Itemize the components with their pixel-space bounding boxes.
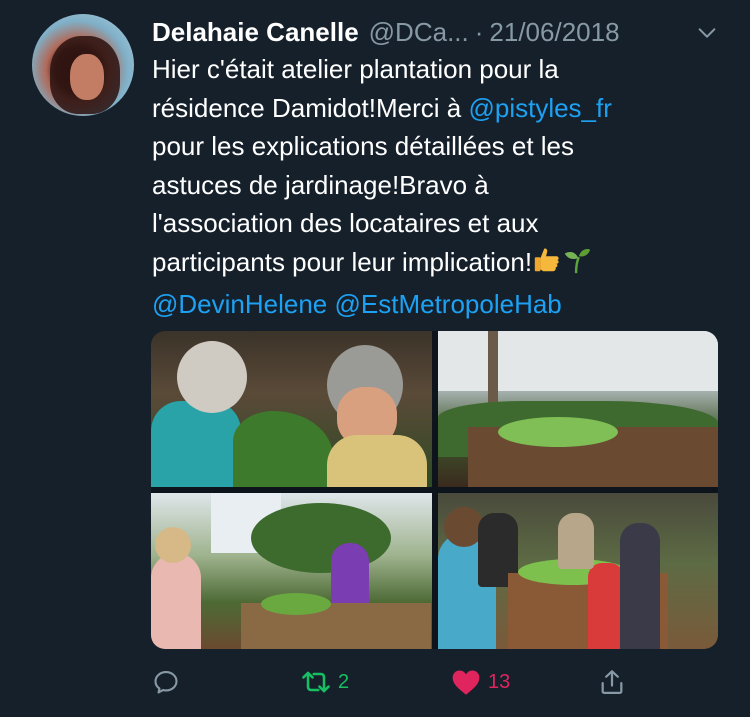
retweet-button[interactable]: 2	[300, 662, 349, 702]
separator-dot: ·	[474, 16, 484, 47]
tweet-line-7: @DevinHelene @EstMetropoleHab	[152, 285, 722, 324]
tweet-line-6: participants pour leur implication!	[152, 243, 722, 286]
tweet-line-2: résidence Damidot!Merci à @pistyles_fr	[152, 89, 722, 128]
action-bar: 2 13	[152, 662, 722, 702]
photo-1[interactable]	[151, 331, 432, 487]
tweet-date[interactable]: 21/06/2018	[489, 17, 619, 48]
reply-icon	[154, 671, 178, 694]
share-button[interactable]	[598, 662, 632, 702]
tweet-text-segment: astuces de jardinage!Bravo à	[152, 169, 489, 200]
author-name[interactable]: Delahaie Canelle	[152, 17, 359, 48]
tweet-header: Delahaie Canelle @DCa... · 21/06/2018	[152, 14, 730, 50]
tweet-text-segment: l'association des locataires et aux	[152, 208, 539, 238]
author-handle[interactable]: @DCa...	[369, 17, 469, 48]
tweet-text-segment: résidence Damidot!Merci à	[152, 92, 469, 123]
like-count: 13	[488, 670, 511, 693]
thumbs-up-icon	[532, 245, 562, 286]
like-button[interactable]: 13	[450, 662, 510, 702]
retweet-count: 2	[338, 670, 350, 693]
reply-button[interactable]	[152, 662, 186, 702]
chevron-down-icon[interactable]	[696, 22, 718, 44]
tweet-line-4: astuces de jardinage!Bravo à	[152, 166, 722, 205]
author-avatar[interactable]	[32, 14, 134, 116]
mention-devinhelene-link[interactable]: @DevinHelene	[152, 289, 327, 319]
photo-4[interactable]	[438, 493, 718, 649]
mention-pistyles-link[interactable]: @pistyles_fr	[468, 93, 611, 123]
tweet-text-segment: pour les explications détaillées et les	[152, 131, 575, 161]
heart-icon	[452, 670, 480, 695]
mention-estmetropolehab-link[interactable]: @EstMetropoleHab	[335, 289, 562, 319]
media-grid	[151, 331, 718, 649]
tweet-line-1: Hier c'était atelier plantation pour la	[152, 50, 722, 89]
tweet-text-segment: participants pour leur implication!	[152, 246, 533, 277]
tweet-text-segment: Hier c'était atelier plantation pour la	[152, 54, 559, 84]
seedling-icon	[562, 245, 592, 286]
photo-2[interactable]	[438, 331, 718, 487]
photo-3[interactable]	[151, 493, 432, 649]
avatar-face	[70, 54, 104, 100]
tweet-text: Hier c'était atelier plantation pour la …	[152, 50, 722, 324]
retweet-icon	[302, 671, 330, 693]
tweet-text-segment	[327, 289, 334, 319]
share-icon	[601, 670, 623, 694]
tweet-line-5: l'association des locataires et aux	[152, 204, 722, 243]
tweet-line-3: pour les explications détaillées et les	[152, 127, 722, 166]
